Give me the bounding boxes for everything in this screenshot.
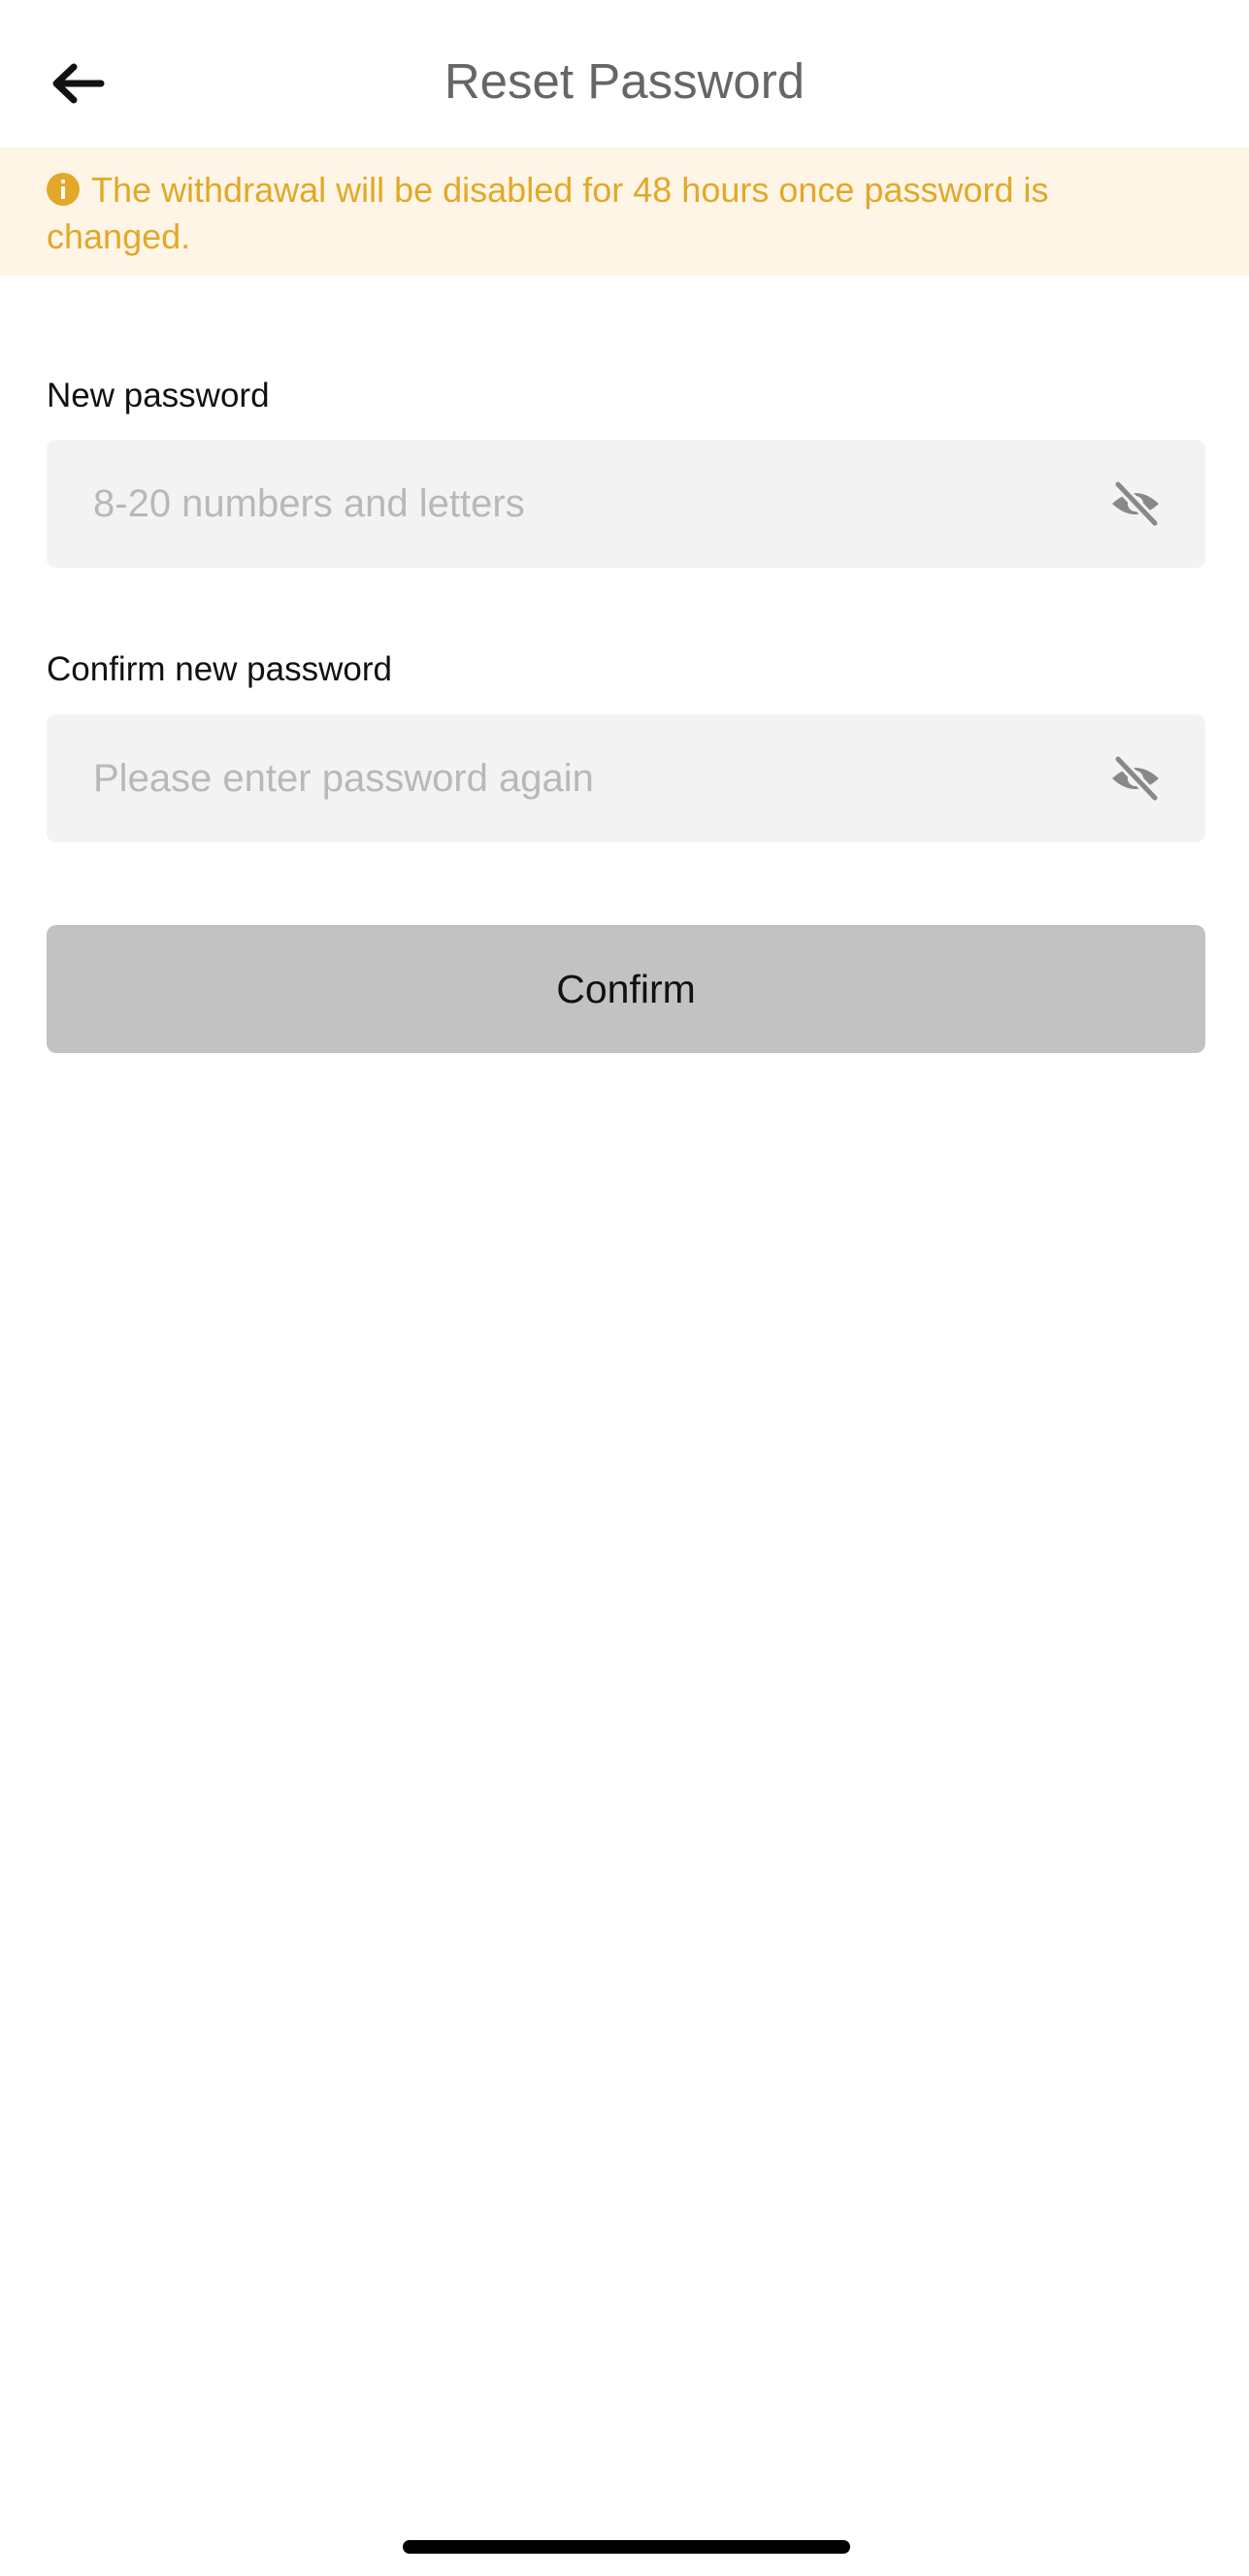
warning-banner-content: The withdrawal will be disabled for 48 h… bbox=[47, 167, 1192, 260]
confirm-password-visibility-toggle[interactable] bbox=[1108, 751, 1163, 806]
info-icon bbox=[47, 173, 80, 206]
confirm-button[interactable]: Confirm bbox=[47, 925, 1205, 1053]
eye-off-icon bbox=[1112, 479, 1161, 529]
page-title: Reset Password bbox=[444, 53, 805, 109]
warning-banner: The withdrawal will be disabled for 48 h… bbox=[0, 148, 1249, 276]
new-password-field bbox=[47, 440, 1205, 568]
confirm-password-input[interactable] bbox=[93, 714, 1064, 842]
confirm-password-field bbox=[47, 714, 1205, 842]
confirm-password-label: Confirm new password bbox=[47, 650, 392, 688]
new-password-label: New password bbox=[47, 377, 270, 414]
new-password-visibility-toggle[interactable] bbox=[1108, 477, 1163, 531]
new-password-input[interactable] bbox=[93, 440, 1064, 568]
eye-off-icon bbox=[1112, 753, 1161, 804]
top-bar: Reset Password bbox=[0, 0, 1249, 148]
home-indicator bbox=[403, 2540, 850, 2554]
warning-text: The withdrawal will be disabled for 48 h… bbox=[47, 170, 1049, 256]
